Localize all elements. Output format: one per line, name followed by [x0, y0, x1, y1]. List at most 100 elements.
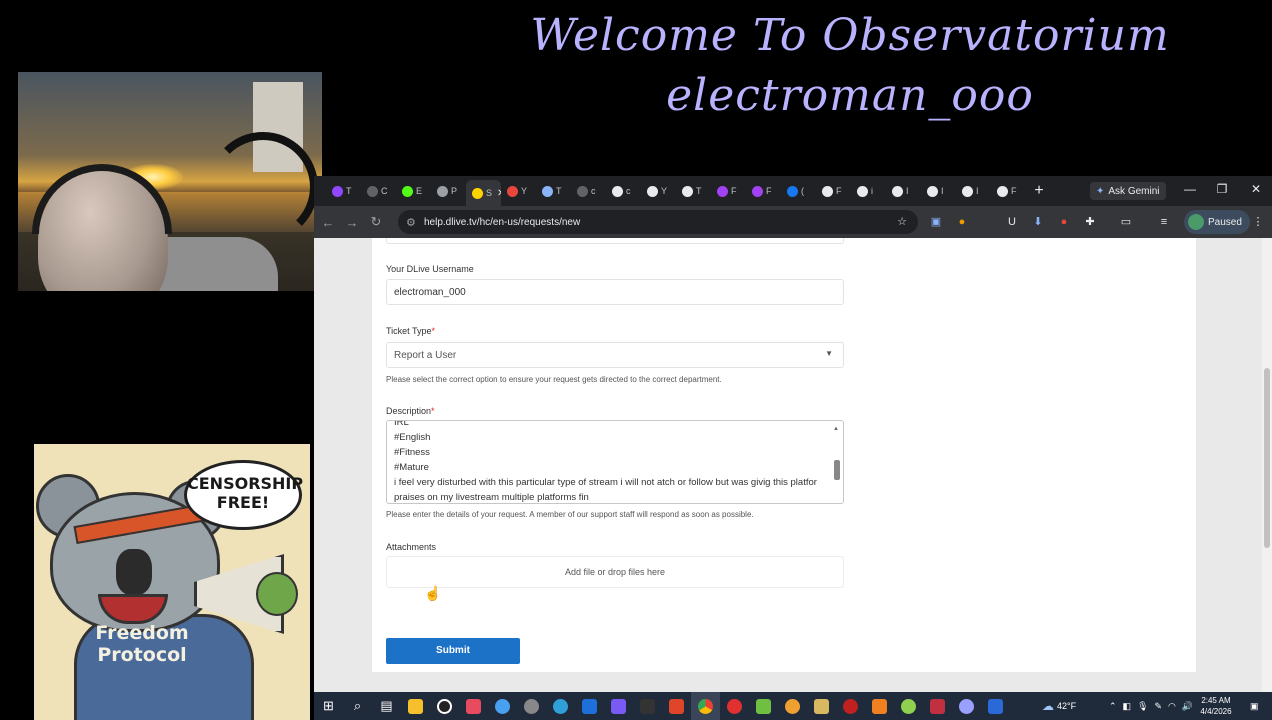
taskbar-app[interactable] [459, 692, 488, 720]
reload-icon[interactable]: ↻ [364, 214, 388, 230]
page-viewport: Your DLive Username electroman_000 Ticke… [314, 238, 1262, 692]
ticket-type-select[interactable]: Report a User ▼ [386, 342, 844, 368]
browser-tab[interactable]: Y [641, 179, 676, 203]
taskbar-app[interactable] [807, 692, 836, 720]
address-bar[interactable]: ⚙ help.dlive.tv/hc/en-us/requests/new [398, 210, 918, 234]
restore-icon[interactable]: ❐ [1212, 182, 1232, 196]
browser-tab[interactable]: P [431, 179, 466, 203]
volume-icon[interactable]: 🔊 [1182, 701, 1193, 712]
search-icon[interactable]: ⌕ [343, 692, 372, 720]
extension-badge-icon[interactable]: ● [1056, 214, 1072, 230]
minimize-icon[interactable]: — [1180, 182, 1200, 196]
browser-tab[interactable]: T [536, 179, 571, 203]
profile-status: Paused [1208, 216, 1242, 228]
browser-tab[interactable]: Y [501, 179, 536, 203]
browser-tab[interactable]: E [396, 179, 431, 203]
site-info-icon[interactable]: ⚙ [406, 216, 424, 229]
screen: Welcome To Observatorium electroman_ooo … [0, 0, 1272, 720]
taskbar-app[interactable] [894, 692, 923, 720]
browser-tab[interactable]: I [956, 179, 991, 203]
taskbar-app[interactable] [430, 692, 459, 720]
browser-tab[interactable]: I [921, 179, 956, 203]
taskbar-app[interactable] [662, 692, 691, 720]
chevron-up-icon[interactable]: ⌃ [1109, 701, 1117, 712]
browser-tab[interactable]: c [606, 179, 641, 203]
description-hint: Please enter the details of your request… [386, 510, 754, 519]
tab-title: P [451, 186, 458, 196]
file-dropzone[interactable]: Add file or drop files here [386, 556, 844, 588]
previous-field[interactable] [386, 238, 844, 244]
browser-tab[interactable]: F [746, 179, 781, 203]
taskbar-app[interactable] [923, 692, 952, 720]
clock[interactable]: 2:45 AM 4/4/2026 [1194, 695, 1238, 717]
ticket-type-value: Report a User [394, 350, 457, 361]
taskbar-app[interactable] [865, 692, 894, 720]
side-panel-icon[interactable]: ≡ [1156, 214, 1172, 230]
tab-search-icon[interactable]: ▭ [1118, 214, 1134, 230]
taskbar-app[interactable] [749, 692, 778, 720]
browser-tab[interactable]: I [886, 179, 921, 203]
browser-tab[interactable]: F [816, 179, 851, 203]
translate-icon[interactable]: ▣ [928, 214, 944, 230]
wifi-icon[interactable]: ◠ [1168, 701, 1176, 712]
tab-title: i [871, 186, 873, 196]
taskbar-app[interactable] [546, 692, 575, 720]
start-icon[interactable]: ⊞ [314, 692, 343, 720]
scroll-up-icon[interactable]: ▲ [833, 422, 839, 437]
taskbar-app[interactable] [836, 692, 865, 720]
taskbar-app[interactable] [778, 692, 807, 720]
page-scrollbar[interactable] [1262, 238, 1272, 692]
pen-icon[interactable]: ✎ [1155, 701, 1163, 712]
github-icon [927, 185, 938, 197]
browser-tab[interactable]: i [851, 179, 886, 203]
bookmark-star-icon[interactable]: ☆ [894, 214, 910, 230]
browser-tab[interactable]: T [676, 179, 711, 203]
textarea-scroll-thumb[interactable] [834, 460, 840, 480]
browser-tab[interactable]: c [571, 179, 606, 203]
textarea-scrollbar[interactable]: ▲ [832, 422, 842, 502]
taskbar-app[interactable] [952, 692, 981, 720]
tab-title: T [696, 186, 702, 196]
extension-u-icon[interactable]: U [1004, 214, 1020, 230]
browser-tab[interactable]: T [326, 179, 361, 203]
link-icon [577, 185, 588, 197]
taskbar-app[interactable] [517, 692, 546, 720]
forward-icon[interactable]: → [340, 215, 364, 230]
profile-button[interactable]: Paused [1184, 210, 1250, 234]
back-icon[interactable]: ← [316, 215, 340, 230]
browser-tab[interactable]: F [991, 179, 1026, 203]
browser-tab[interactable]: C [361, 179, 396, 203]
taskbar-app[interactable] [488, 692, 517, 720]
extensions-puzzle-icon[interactable]: ✚ [1082, 214, 1098, 230]
taskbar-app[interactable] [720, 692, 749, 720]
close-window-icon[interactable]: ✕ [1246, 182, 1266, 196]
taskbar-app[interactable] [691, 692, 720, 720]
description-textarea[interactable]: IRL #English #Fitness #Mature i feel very d… [386, 420, 844, 504]
taskbar-app[interactable] [401, 692, 430, 720]
taskbar-app[interactable] [981, 692, 1010, 720]
submit-button[interactable]: Submit [386, 638, 520, 664]
browser-tab[interactable]: ( [781, 179, 816, 203]
page-scroll-thumb[interactable] [1264, 368, 1270, 548]
overlay-line-1: Welcome To Observatorium [530, 10, 1170, 61]
browser-tab[interactable]: S✕ [466, 180, 501, 206]
extension-download-icon[interactable]: ⬇ [1030, 214, 1046, 230]
taskbar-app[interactable] [604, 692, 633, 720]
new-tab-button[interactable]: + [1026, 182, 1052, 200]
ask-gemini-button[interactable]: ✦ Ask Gemini [1090, 182, 1166, 200]
weather-widget[interactable]: ☁ 42°F [1042, 692, 1076, 720]
browser-tab[interactable]: F [711, 179, 746, 203]
app-tray-icon[interactable]: ◧ [1123, 701, 1132, 712]
notification-icon[interactable]: ▣ [1250, 692, 1259, 720]
menu-kebab-icon[interactable]: ⋮ [1250, 214, 1266, 230]
microphone-icon[interactable]: 🎙 [1137, 701, 1148, 712]
tab-title: c [626, 186, 631, 196]
m-icon [752, 185, 763, 197]
explorer-icon [408, 698, 423, 714]
tab-title: E [416, 186, 423, 196]
task-view-icon[interactable]: ▤ [372, 692, 401, 720]
taskbar-app[interactable] [575, 692, 604, 720]
extension-cookie-icon[interactable]: ● [954, 214, 970, 230]
username-field[interactable]: electroman_000 [386, 279, 844, 305]
taskbar-app[interactable] [633, 692, 662, 720]
